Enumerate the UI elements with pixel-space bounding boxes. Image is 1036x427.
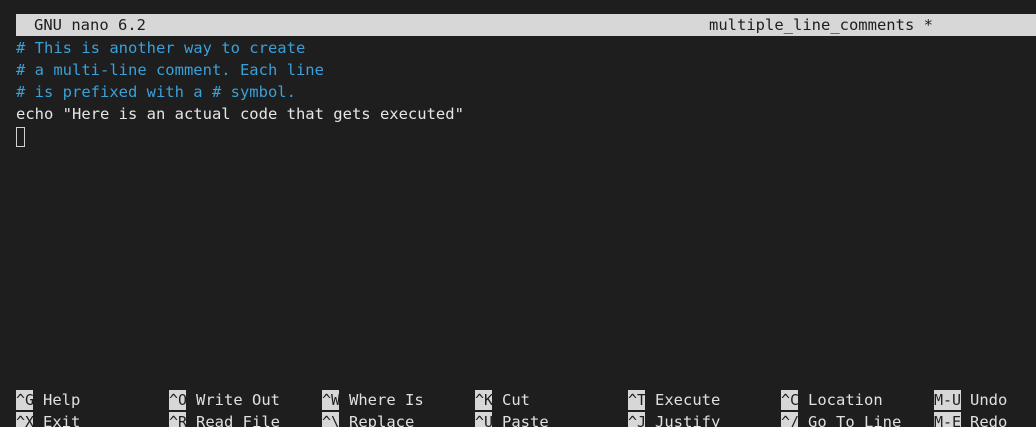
shortcut-help[interactable]: ^G Help xyxy=(16,389,166,411)
shortcut-label: Go To Line xyxy=(808,413,902,427)
shortcut-justify[interactable]: ^J Justify xyxy=(628,411,778,427)
shortcut-key: ^W xyxy=(322,390,339,410)
shortcut-undo[interactable]: M-U Undo xyxy=(934,389,1036,411)
shortcut-label: Write Out xyxy=(196,391,280,409)
shortcut-label: Replace xyxy=(349,413,415,427)
editor-line[interactable]: # This is another way to create xyxy=(16,37,1026,59)
shortcut-key: ^G xyxy=(16,390,33,410)
shortcut-label: Where Is xyxy=(349,391,424,409)
shortcut-key: ^R xyxy=(169,412,186,427)
nano-version: GNU nano 6.2 xyxy=(34,16,146,34)
shortcut-key: ^C xyxy=(781,390,798,410)
shortcut-read-file[interactable]: ^R Read File xyxy=(169,411,319,427)
shortcut-column: ^C Location ^/ Go To Line xyxy=(781,389,931,427)
shortcut-write-out[interactable]: ^O Write Out xyxy=(169,389,319,411)
shortcut-paste[interactable]: ^U Paste xyxy=(475,411,625,427)
shortcut-key: ^\ xyxy=(322,412,339,427)
shortcut-key: M-E xyxy=(934,412,961,427)
shortcut-label: Paste xyxy=(502,413,549,427)
text-cursor xyxy=(16,127,25,147)
editor-area[interactable]: # This is another way to create # a mult… xyxy=(16,37,1026,147)
file-name: multiple_line_comments * xyxy=(709,16,933,34)
shortcut-label: Exit xyxy=(43,413,81,427)
shortcut-column: ^T Execute ^J Justify xyxy=(628,389,778,427)
shortcut-key: M-U xyxy=(934,390,961,410)
shortcut-execute[interactable]: ^T Execute xyxy=(628,389,778,411)
editor-line[interactable]: # is prefixed with a # symbol. xyxy=(16,81,1026,103)
shortcut-label: Justify xyxy=(655,413,721,427)
shortcut-column: M-U Undo M-E Redo xyxy=(934,389,1036,427)
shortcut-label: Cut xyxy=(502,391,530,409)
title-bar: GNU nano 6.2 multiple_line_comments * xyxy=(16,14,1036,36)
shortcut-key: ^J xyxy=(628,412,645,427)
shortcut-label: Location xyxy=(808,391,883,409)
shortcut-label: Redo xyxy=(970,413,1008,427)
shortcut-column: ^G Help ^X Exit xyxy=(16,389,166,427)
shortcut-replace[interactable]: ^\ Replace xyxy=(322,411,472,427)
shortcut-key: ^/ xyxy=(781,412,798,427)
shortcut-column: ^O Write Out ^R Read File xyxy=(169,389,319,427)
shortcut-cut[interactable]: ^K Cut xyxy=(475,389,625,411)
shortcut-label: Help xyxy=(43,391,81,409)
shortcut-label: Read File xyxy=(196,413,280,427)
shortcut-key: ^U xyxy=(475,412,492,427)
shortcut-column: ^W Where Is ^\ Replace xyxy=(322,389,472,427)
shortcut-where-is[interactable]: ^W Where Is xyxy=(322,389,472,411)
shortcut-go-to-line[interactable]: ^/ Go To Line xyxy=(781,411,931,427)
shortcut-exit[interactable]: ^X Exit xyxy=(16,411,166,427)
editor-line[interactable]: # a multi-line comment. Each line xyxy=(16,59,1026,81)
shortcut-label: Execute xyxy=(655,391,721,409)
shortcut-bar: ^G Help ^X Exit ^O Write Out ^R Read File ^W… xyxy=(16,389,1036,427)
shortcut-redo[interactable]: M-E Redo xyxy=(934,411,1036,427)
shortcut-key: ^O xyxy=(169,390,186,410)
shortcut-key: ^K xyxy=(475,390,492,410)
shortcut-location[interactable]: ^C Location xyxy=(781,389,931,411)
shortcut-label: Undo xyxy=(970,391,1008,409)
editor-line[interactable]: echo "Here is an actual code that gets e… xyxy=(16,103,1026,125)
shortcut-column: ^K Cut ^U Paste xyxy=(475,389,625,427)
shortcut-key: ^T xyxy=(628,390,645,410)
editor-line-current[interactable] xyxy=(16,125,1026,147)
shortcut-key: ^X xyxy=(16,412,33,427)
